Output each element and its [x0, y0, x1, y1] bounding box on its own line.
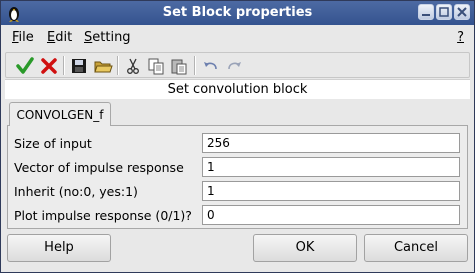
field-label: Size of input	[14, 136, 92, 151]
toolbar	[5, 52, 470, 78]
toolbar-separator	[117, 56, 119, 75]
menu-help[interactable]: ?	[457, 30, 464, 45]
menu-edit-mnemonic: E	[47, 30, 56, 45]
plot-impulse-response-field[interactable]	[202, 205, 460, 225]
ok-check-icon[interactable]	[15, 56, 35, 76]
menu-edit[interactable]: Edit	[47, 30, 72, 45]
size-of-input-field[interactable]	[202, 133, 460, 153]
dialog-header: Set convolution block	[5, 79, 470, 99]
field-label: Plot impulse response (0/1)?	[14, 208, 192, 223]
menu-bar: File Edit Setting ?	[1, 25, 474, 49]
undo-icon[interactable]	[201, 56, 221, 76]
window-title: Set Block properties	[162, 5, 313, 20]
toolbar-separator	[194, 56, 196, 75]
redo-icon[interactable]	[224, 56, 244, 76]
title-bar[interactable]: Set Block properties	[1, 1, 474, 25]
open-folder-icon[interactable]	[93, 56, 113, 76]
close-icon[interactable]	[454, 4, 470, 20]
cancel-x-icon[interactable]	[39, 56, 59, 76]
cut-icon[interactable]	[123, 56, 143, 76]
field-label: Inherit (no:0, yes:1)	[14, 184, 138, 199]
minimize-icon[interactable]	[418, 4, 434, 20]
menu-edit-label: dit	[55, 30, 73, 45]
menu-setting[interactable]: Setting	[84, 30, 131, 45]
cancel-button[interactable]: Cancel	[364, 234, 468, 262]
tab-convolgen-f[interactable]: CONVOLGEN_f	[9, 102, 111, 126]
ok-button[interactable]: OK	[253, 234, 357, 262]
paste-icon[interactable]	[169, 56, 189, 76]
parameters-panel: Size of input Vector of impulse response…	[7, 125, 468, 229]
copy-icon[interactable]	[146, 56, 166, 76]
impulse-response-vector-field[interactable]	[202, 157, 460, 177]
inherit-field[interactable]	[202, 181, 460, 201]
help-button[interactable]: Help	[7, 234, 111, 262]
menu-setting-label: etting	[92, 30, 131, 45]
menu-file-label: ile	[18, 30, 34, 45]
toolbar-separator	[63, 56, 65, 75]
save-icon[interactable]	[69, 56, 89, 76]
dialog-window: Set Block properties File Edit Setting ?	[0, 0, 475, 273]
maximize-icon[interactable]	[436, 4, 452, 20]
menu-file[interactable]: File	[12, 30, 34, 45]
field-label: Vector of impulse response	[14, 160, 184, 175]
